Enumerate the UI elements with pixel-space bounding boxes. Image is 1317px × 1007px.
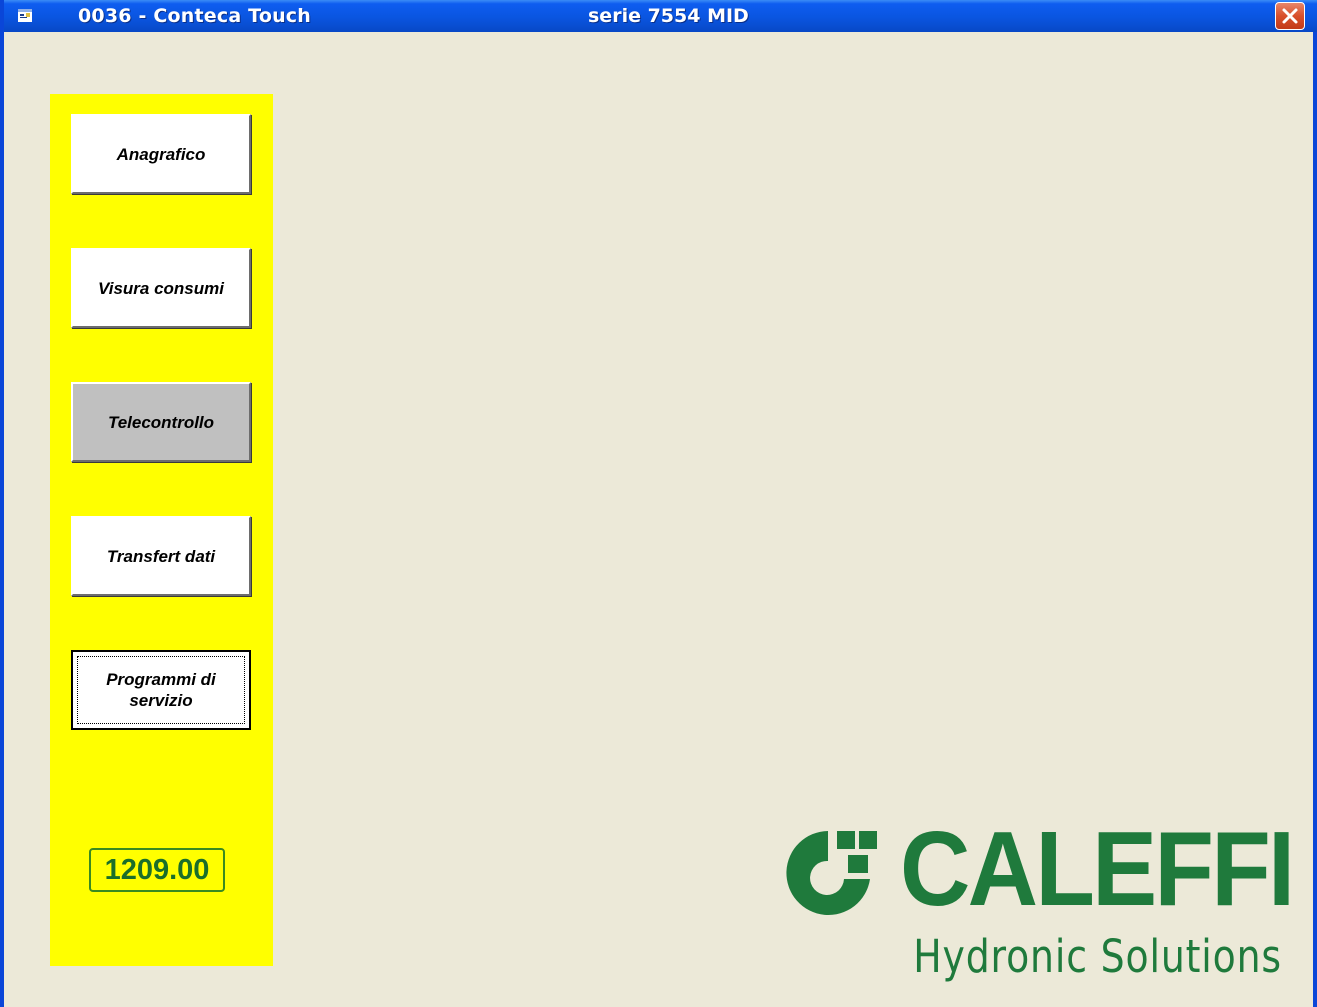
anagrafico-label: Anagrafico — [116, 144, 206, 164]
logo-brand-text: CALEFFI — [900, 810, 1295, 928]
app-icon[interactable] — [18, 9, 32, 22]
transfert-dati-button[interactable]: Transfert dati — [71, 516, 251, 596]
telecontrollo-button[interactable]: Telecontrollo — [71, 382, 251, 462]
title-bar[interactable]: 0036 - Conteca Touch serie 7554 MID — [4, 0, 1317, 32]
window-subtitle: serie 7554 MID — [588, 5, 749, 27]
version-display: 1209.00 — [89, 848, 225, 892]
telecontrollo-label: Telecontrollo — [107, 412, 215, 432]
version-value: 1209.00 — [104, 853, 210, 886]
window-title: 0036 - Conteca Touch — [78, 5, 311, 27]
app-window: 0036 - Conteca Touch serie 7554 MID Anag… — [0, 0, 1317, 1007]
close-button[interactable] — [1275, 2, 1305, 30]
programmi-di-servizio-label: Programmi di servizio — [106, 670, 216, 710]
caleffi-logo-mark-icon — [786, 831, 877, 915]
logo-tagline: Hydronic Solutions — [913, 930, 1282, 983]
close-icon — [1282, 8, 1298, 24]
transfert-dati-label: Transfert dati — [106, 546, 216, 566]
visura-consumi-button[interactable]: Visura consumi — [71, 248, 251, 328]
anagrafico-button[interactable]: Anagrafico — [71, 114, 251, 194]
caleffi-logo: CALEFFI Hydronic Solutions — [782, 816, 1295, 983]
visura-consumi-label: Visura consumi — [98, 278, 224, 298]
programmi-di-servizio-button[interactable]: Programmi di servizio — [71, 650, 251, 730]
